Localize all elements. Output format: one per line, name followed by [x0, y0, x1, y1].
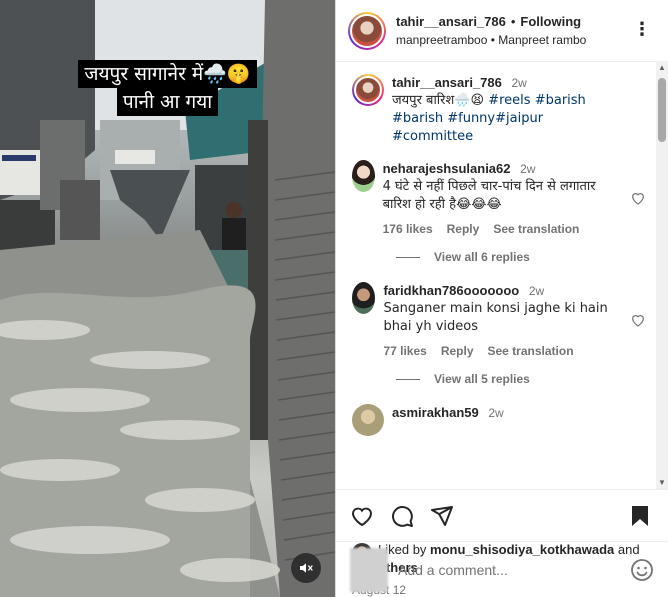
- collab-handle[interactable]: manpreetramboo: [396, 33, 487, 47]
- commenter-username[interactable]: asmirakhan59: [392, 405, 479, 420]
- comment-time: 2w: [520, 162, 536, 176]
- following-button[interactable]: Following: [520, 13, 581, 31]
- ellipsis-icon[interactable]: ⋮: [633, 20, 652, 38]
- caption-plain-text: जयपुर बारिश🌧️😫: [392, 93, 485, 108]
- video-text-overlay: जयपुर सागानेर में🌧️🤫 पानी आ गया: [0, 60, 335, 116]
- hashtag[interactable]: #funny#jaipur: [447, 111, 543, 126]
- reply-button[interactable]: Reply: [447, 222, 480, 236]
- comment-icon[interactable]: [390, 504, 414, 528]
- hashtag[interactable]: #barish: [392, 111, 443, 126]
- hashtag[interactable]: #reels: [488, 93, 530, 108]
- comment-input[interactable]: [398, 561, 630, 578]
- scroll-down-arrow-icon[interactable]: ▼: [656, 477, 668, 489]
- mute-toggle-button[interactable]: [291, 553, 321, 583]
- view-replies-button[interactable]: View all 6 replies: [396, 250, 646, 264]
- bookmark-icon[interactable]: [628, 504, 652, 528]
- commenter-avatar[interactable]: [352, 282, 376, 314]
- overlay-line-2: पानी आ गया: [116, 88, 219, 116]
- scroll-up-arrow-icon[interactable]: ▲: [656, 62, 668, 74]
- comment-item: asmirakhan59 2w: [352, 404, 646, 436]
- hashtag[interactable]: #committee: [392, 129, 473, 144]
- heart-icon[interactable]: [630, 190, 646, 206]
- hashtag[interactable]: #barish: [535, 93, 586, 108]
- comment-text: Sanganer main konsi jaghe ki hain bhai y…: [383, 301, 608, 334]
- heart-icon[interactable]: [350, 504, 374, 528]
- header-separator: •: [510, 13, 516, 29]
- scrollbar-thumb[interactable]: [658, 78, 666, 142]
- caption-username[interactable]: tahir__ansari_786: [392, 75, 502, 90]
- comment-time: 2w: [528, 284, 545, 298]
- post-details-panel: tahir__ansari_786 • Following manpreetra…: [335, 0, 668, 597]
- see-translation-button[interactable]: See translation: [493, 222, 579, 236]
- caption-author-avatar[interactable]: [352, 74, 384, 106]
- comment-likes[interactable]: 176 likes: [383, 222, 433, 236]
- audio-separator: •: [490, 32, 495, 47]
- post-caption: tahir__ansari_786 2w जयपुर बारिश🌧️😫 #ree…: [352, 74, 646, 146]
- caption-text: जयपुर बारिश🌧️😫 #reels #barish #barish #f…: [392, 92, 620, 146]
- video-player[interactable]: जयपुर सागानेर में🌧️🤫 पानी आ गया: [0, 0, 335, 597]
- commenter-username[interactable]: neharajeshsulania62: [383, 161, 511, 176]
- overlay-line-1: जयपुर सागानेर में🌧️🤫: [78, 60, 257, 88]
- audio-label[interactable]: Manpreet rambo: [498, 33, 586, 47]
- comments-section[interactable]: tahir__ansari_786 2w जयपुर बारिश🌧️😫 #ree…: [336, 62, 668, 489]
- post-header: tahir__ansari_786 • Following manpreetra…: [336, 0, 668, 62]
- add-comment-bar: [336, 541, 668, 597]
- commenter-avatar[interactable]: [352, 404, 384, 436]
- view-replies-label: View all 6 replies: [434, 250, 530, 264]
- see-translation-button[interactable]: See translation: [488, 344, 574, 358]
- current-user-avatar: [350, 547, 388, 592]
- post-actions-bar: [336, 489, 668, 541]
- commenter-username[interactable]: faridkhan786ooooooo: [383, 283, 519, 298]
- comment-item: faridkhan786ooooooo 2w Sanganer main kon…: [352, 282, 646, 358]
- post-modal: जयपुर सागानेर में🌧️🤫 पानी आ गया tahir__a…: [0, 0, 668, 597]
- comment-time: 2w: [488, 406, 504, 420]
- comments-scrollbar[interactable]: ▲ ▼: [656, 62, 668, 489]
- speaker-muted-icon: [300, 563, 313, 573]
- comment-item: neharajeshsulania62 2w 4 घंटे से नहीं पि…: [352, 160, 646, 236]
- comment-text: 4 घंटे से नहीं पिछले चार-पांच दिन से लगा…: [382, 179, 596, 212]
- reply-button[interactable]: Reply: [441, 344, 474, 358]
- view-replies-button[interactable]: View all 5 replies: [396, 372, 646, 386]
- smiley-icon[interactable]: [630, 558, 654, 582]
- send-icon[interactable]: [430, 504, 454, 528]
- author-avatar[interactable]: [348, 11, 386, 50]
- commenter-avatar[interactable]: [352, 160, 375, 192]
- view-replies-label: View all 5 replies: [434, 372, 530, 386]
- comment-likes[interactable]: 77 likes: [383, 344, 426, 358]
- heart-icon[interactable]: [630, 312, 646, 328]
- caption-time: 2w: [511, 76, 527, 90]
- author-username[interactable]: tahir__ansari_786: [396, 13, 506, 31]
